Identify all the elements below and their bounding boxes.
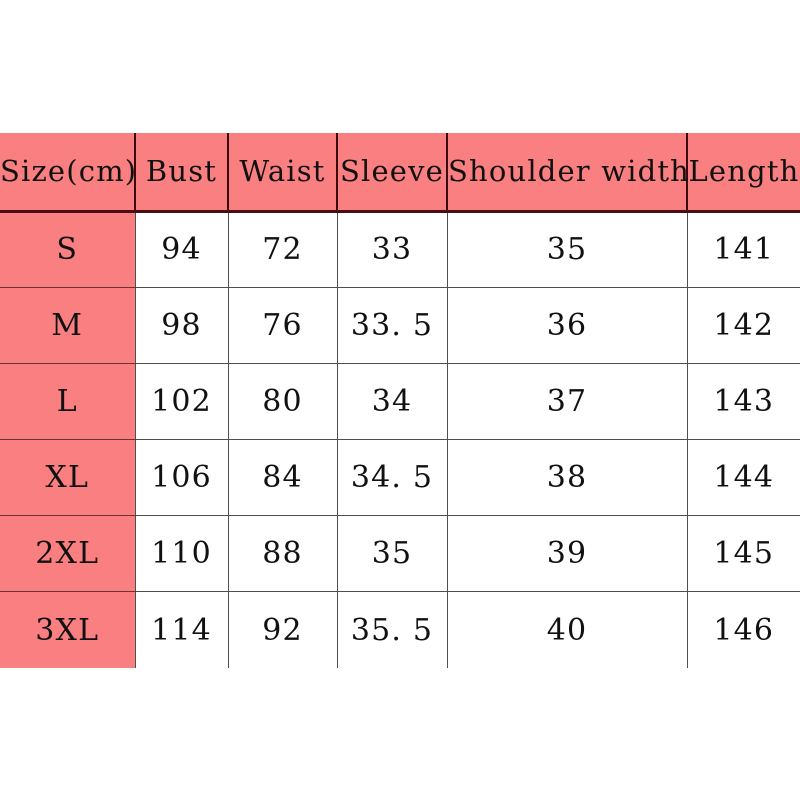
cell-waist: 72 [228, 211, 338, 288]
cell-bust: 98 [135, 287, 229, 364]
table-row: S 94 72 33 35 141 [0, 211, 800, 288]
cell-length: 146 [687, 591, 800, 668]
table-header-row: Size(cm) Bust Waist Sleeve Shoulder widt… [0, 133, 800, 213]
cell-length: 142 [687, 287, 800, 364]
column-header-sleeve: Sleeve [337, 133, 448, 213]
table-body: S 94 72 33 35 141 M 98 76 33. 5 36 142 L [0, 211, 800, 668]
column-header-length: Length [687, 133, 800, 213]
cell-waist: 76 [228, 287, 338, 364]
table-row: XL 106 84 34. 5 38 144 [0, 439, 800, 517]
column-header-waist: Waist [228, 133, 338, 213]
column-header-shoulder: Shoulder width [447, 133, 689, 213]
cell-sleeve: 35 [337, 515, 448, 593]
cell-size: M [0, 287, 136, 364]
cell-sleeve: 33 [337, 211, 448, 288]
cell-sleeve: 33. 5 [337, 287, 448, 364]
cell-length: 141 [687, 211, 800, 288]
cell-shoulder: 38 [447, 439, 688, 517]
cell-size: XL [0, 439, 136, 517]
cell-size: 2XL [0, 515, 136, 593]
cell-shoulder: 39 [447, 515, 688, 593]
cell-waist: 80 [228, 363, 338, 440]
column-header-size: Size(cm) [0, 133, 136, 213]
cell-size: S [0, 211, 136, 288]
cell-shoulder: 40 [447, 591, 688, 668]
size-chart-table-wrapper: Size(cm) Bust Waist Sleeve Shoulder widt… [0, 133, 800, 668]
cell-size: 3XL [0, 591, 136, 668]
cell-waist: 88 [228, 515, 338, 593]
table-header: Size(cm) Bust Waist Sleeve Shoulder widt… [0, 133, 800, 213]
cell-size: L [0, 363, 136, 440]
column-header-bust: Bust [135, 133, 229, 213]
table-row: 3XL 114 92 35. 5 40 146 [0, 591, 800, 668]
cell-sleeve: 35. 5 [337, 591, 448, 668]
cell-bust: 94 [135, 211, 229, 288]
cell-sleeve: 34. 5 [337, 439, 448, 517]
table-row: L 102 80 34 37 143 [0, 363, 800, 440]
cell-bust: 110 [135, 515, 229, 593]
cell-waist: 92 [228, 591, 338, 668]
cell-sleeve: 34 [337, 363, 448, 440]
cell-length: 143 [687, 363, 800, 440]
cell-shoulder: 35 [447, 211, 688, 288]
table-row: M 98 76 33. 5 36 142 [0, 287, 800, 364]
cell-shoulder: 37 [447, 363, 688, 440]
cell-waist: 84 [228, 439, 338, 517]
size-chart-table: Size(cm) Bust Waist Sleeve Shoulder widt… [0, 133, 800, 668]
cell-length: 144 [687, 439, 800, 517]
size-chart-page: Size(cm) Bust Waist Sleeve Shoulder widt… [0, 0, 800, 800]
cell-bust: 102 [135, 363, 229, 440]
cell-shoulder: 36 [447, 287, 688, 364]
cell-bust: 106 [135, 439, 229, 517]
table-row: 2XL 110 88 35 39 145 [0, 515, 800, 593]
cell-bust: 114 [135, 591, 229, 668]
cell-length: 145 [687, 515, 800, 593]
